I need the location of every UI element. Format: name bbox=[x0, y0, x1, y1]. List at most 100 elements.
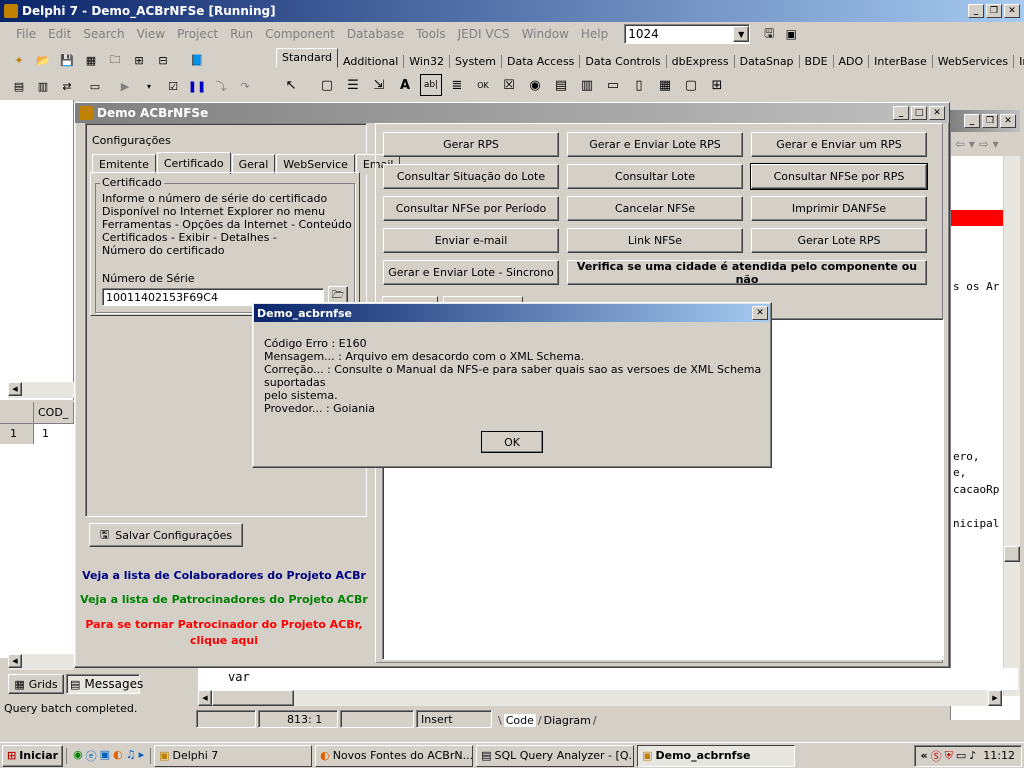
dialog-ok-button[interactable]: OK bbox=[481, 431, 543, 453]
menu-search[interactable]: Search bbox=[77, 27, 130, 41]
link-nfse-button[interactable]: Link NFSe bbox=[567, 228, 743, 253]
scroll-left-icon-2[interactable]: ◀ bbox=[8, 654, 22, 668]
editor-minimize-icon[interactable]: _ bbox=[964, 114, 980, 128]
demo-maximize-icon[interactable]: □ bbox=[911, 106, 927, 120]
menu-project[interactable]: Project bbox=[171, 27, 224, 41]
radiobutton-icon[interactable]: ◉ bbox=[524, 74, 546, 96]
editor-scroll-thumb[interactable] bbox=[1004, 546, 1020, 562]
tab-grids[interactable]: ▦ Grids bbox=[8, 674, 64, 694]
link-collaborators[interactable]: Veja a lista de Colaboradores do Projeto… bbox=[79, 569, 369, 582]
palette-tab-standard[interactable]: Standard bbox=[276, 48, 339, 68]
save-all-icon[interactable]: ▦ bbox=[80, 49, 102, 71]
editor-close-icon[interactable]: ✕ bbox=[1000, 114, 1016, 128]
palette-tab-ado[interactable]: ADO bbox=[834, 55, 870, 68]
palette-tab-bde[interactable]: BDE bbox=[800, 55, 834, 68]
menu-tools[interactable]: Tools bbox=[410, 27, 452, 41]
back-arrow-icon[interactable]: ⇦ ▾ ⇨ ▾ bbox=[955, 137, 999, 151]
media-icon[interactable]: ▸ bbox=[139, 748, 145, 764]
task-sql[interactable]: ▤ SQL Query Analyzer - [Q... bbox=[476, 744, 635, 767]
tab-messages[interactable]: ▤ Messages bbox=[66, 674, 143, 694]
ie-icon[interactable]: ⓔ bbox=[86, 748, 97, 764]
palette-tab-webservices[interactable]: WebServices bbox=[933, 55, 1015, 68]
view-unit-icon[interactable]: ▤ bbox=[8, 75, 30, 97]
run-icon[interactable]: ▶ bbox=[114, 75, 136, 97]
quicklaunch-icon-1[interactable]: ◉ bbox=[73, 748, 83, 764]
pause-icon[interactable]: ❚❚ bbox=[186, 75, 208, 97]
desktop-debug-icon[interactable]: ▣ bbox=[780, 23, 802, 45]
consultar-nfse-rps-button[interactable]: Consultar NFSe por RPS bbox=[750, 163, 928, 190]
imprimir-danfse-button[interactable]: Imprimir DANFSe bbox=[751, 196, 927, 221]
gerar-rps-button[interactable]: Gerar RPS bbox=[383, 132, 559, 157]
radiogroup-icon[interactable]: ▦ bbox=[654, 74, 676, 96]
gerar-enviar-lote-button[interactable]: Gerar e Enviar Lote RPS bbox=[567, 132, 743, 157]
link-become-sponsor[interactable]: Para se tornar Patrocinador do Projeto A… bbox=[79, 617, 369, 649]
scroll-right-icon[interactable]: ▶ bbox=[988, 690, 1002, 706]
hscroll-thumb[interactable] bbox=[212, 690, 294, 706]
scroll-left-icon[interactable]: ◀ bbox=[8, 382, 22, 396]
tab-diagram[interactable]: Diagram bbox=[544, 714, 591, 727]
gerar-lote-rps-button[interactable]: Gerar Lote RPS bbox=[751, 228, 927, 253]
palette-tab-internet[interactable]: Intern bbox=[1014, 55, 1024, 68]
label-icon[interactable]: A bbox=[394, 74, 416, 96]
view-form-icon[interactable]: ▥ bbox=[32, 75, 54, 97]
palette-tab-interbase[interactable]: InterBase bbox=[869, 55, 933, 68]
firefox-icon[interactable]: ◐ bbox=[113, 748, 123, 764]
memo-icon[interactable]: ≣ bbox=[446, 74, 468, 96]
add-file-icon[interactable]: ⊞ bbox=[128, 49, 150, 71]
tray-expand-icon[interactable]: « bbox=[921, 749, 928, 762]
demo-minimize-icon[interactable]: _ bbox=[893, 106, 909, 120]
left-bottom-scroll[interactable]: ◀ bbox=[8, 654, 74, 670]
scroll-left-icon-3[interactable]: ◀ bbox=[198, 690, 212, 706]
groupbox-icon[interactable]: ▯ bbox=[628, 74, 650, 96]
tray-shield-icon[interactable]: ⛨ bbox=[945, 749, 953, 763]
save-config-button[interactable]: 🖫 Salvar Configurações bbox=[89, 523, 243, 547]
menu-jedi-vcs[interactable]: JEDI VCS bbox=[452, 27, 516, 41]
save-icon[interactable]: 💾 bbox=[56, 49, 78, 71]
pointer-icon[interactable]: ↖ bbox=[280, 74, 302, 96]
restore-icon[interactable]: ❐ bbox=[986, 4, 1002, 18]
editor-restore-icon[interactable]: ❐ bbox=[982, 114, 998, 128]
help-icon[interactable]: 📘 bbox=[186, 49, 208, 71]
dialog-close-icon[interactable]: ✕ bbox=[752, 306, 768, 320]
menu-edit[interactable]: Edit bbox=[42, 27, 77, 41]
menu-component[interactable]: Component bbox=[259, 27, 341, 41]
close-icon[interactable]: ✕ bbox=[1004, 4, 1020, 18]
main-titlebar[interactable]: Delphi 7 - Demo_ACBrNFSe [Running] _ ❐ ✕ bbox=[0, 0, 1024, 22]
desktop-combo[interactable]: 1024 ▼ bbox=[624, 24, 751, 44]
gerar-enviar-sincrono-button[interactable]: Gerar e Enviar Lote - Sincrono bbox=[383, 260, 559, 285]
tab-emitente[interactable]: Emitente bbox=[92, 154, 156, 174]
left-hscrollbar[interactable]: ◀ bbox=[8, 382, 74, 398]
open-icon[interactable]: 📂 bbox=[32, 49, 54, 71]
tab-geral[interactable]: Geral bbox=[231, 154, 276, 174]
combobox-icon[interactable]: ▥ bbox=[576, 74, 598, 96]
dialog-titlebar[interactable]: Demo_acbrnfse ✕ bbox=[254, 304, 770, 322]
tab-code[interactable]: Code bbox=[503, 713, 536, 727]
menu-run[interactable]: Run bbox=[224, 27, 259, 41]
palette-tab-datasnap[interactable]: DataSnap bbox=[735, 55, 800, 68]
demo-titlebar[interactable]: Demo ACBrNFSe _ □ ✕ bbox=[75, 103, 949, 123]
menu-help[interactable]: Help bbox=[575, 27, 614, 41]
task-firefox[interactable]: ◐ Novos Fontes do ACBrN... bbox=[315, 744, 474, 767]
palette-tab-dbexpress[interactable]: dbExpress bbox=[667, 55, 735, 68]
listbox-icon[interactable]: ▤ bbox=[550, 74, 572, 96]
grid-row[interactable]: 1 1 bbox=[0, 424, 74, 444]
palette-tab-additional[interactable]: Additional bbox=[338, 55, 405, 68]
open-project-icon[interactable]: 🗀 bbox=[104, 49, 126, 71]
cancelar-nfse-button[interactable]: Cancelar NFSe bbox=[567, 196, 743, 221]
tab-webservice[interactable]: WebService bbox=[276, 154, 355, 174]
task-demo[interactable]: ▣ Demo_acbrnfse bbox=[637, 744, 796, 767]
trace-into-icon[interactable]: ⤵ bbox=[210, 75, 232, 97]
menu-file[interactable]: File bbox=[10, 27, 42, 41]
run-dropdown-icon[interactable]: ▾ bbox=[138, 75, 160, 97]
grid-cell[interactable]: 1 bbox=[34, 424, 57, 444]
palette-tab-win32[interactable]: Win32 bbox=[404, 55, 450, 68]
scrollbar-icon[interactable]: ▭ bbox=[602, 74, 624, 96]
toggle-form-unit-icon[interactable]: ⇄ bbox=[56, 75, 78, 97]
quicklaunch-icon-3[interactable]: ▣ bbox=[100, 748, 110, 764]
gerar-enviar-rps-button[interactable]: Gerar e Enviar um RPS bbox=[751, 132, 927, 157]
menu-window[interactable]: Window bbox=[516, 27, 575, 41]
tray-antivirus-icon[interactable]: Ⓢ bbox=[931, 748, 942, 764]
mainmenu-icon[interactable]: ☰ bbox=[342, 74, 364, 96]
chevron-down-icon[interactable]: ▼ bbox=[733, 26, 750, 42]
remove-file-icon[interactable]: ⊟ bbox=[152, 49, 174, 71]
